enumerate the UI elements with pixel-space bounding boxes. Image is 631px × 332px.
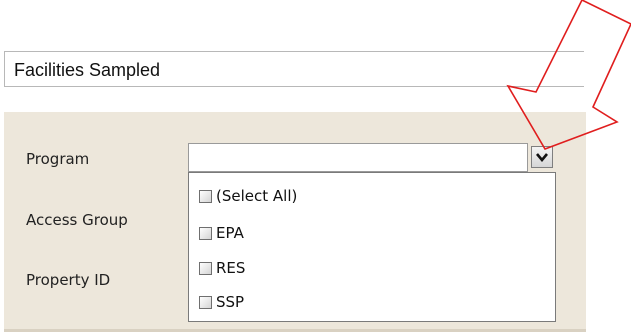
dropdown-option-select-all[interactable]: (Select All) (199, 186, 297, 206)
report-title: Facilities Sampled (14, 60, 161, 80)
program-label: Program (26, 150, 90, 168)
dropdown-option-epa[interactable]: EPA (199, 223, 244, 243)
report-title-box: Facilities Sampled (4, 51, 584, 87)
access-group-label: Access Group (26, 211, 128, 229)
option-label: EPA (216, 224, 244, 242)
option-label: RES (216, 259, 246, 277)
checkbox[interactable] (199, 295, 212, 309)
checkbox[interactable] (199, 226, 212, 240)
chevron-down-icon (536, 152, 548, 162)
dropdown-option-ssp[interactable]: SSP (199, 292, 244, 312)
checkbox[interactable] (199, 189, 212, 203)
program-select-field[interactable] (188, 143, 528, 172)
option-label: (Select All) (216, 187, 298, 205)
option-label: SSP (216, 293, 245, 311)
program-dropdown-button[interactable] (531, 146, 553, 168)
checkbox[interactable] (199, 261, 212, 275)
dropdown-option-res[interactable]: RES (199, 258, 245, 278)
program-dropdown-list: (Select All) EPA RES SSP (188, 172, 556, 322)
property-id-label: Property ID (26, 271, 111, 289)
